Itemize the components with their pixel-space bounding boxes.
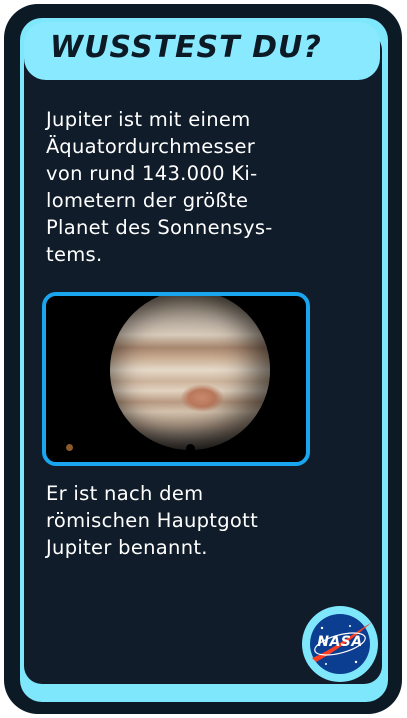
text-line: Er ist nach dem <box>46 482 204 505</box>
text-line: lometern der größte <box>46 189 249 212</box>
text-line: Äquatordurchmesser <box>46 135 256 158</box>
jupiter-photo <box>42 292 310 466</box>
text-line: tems. <box>46 243 103 266</box>
text-line: Planet des Sonnensys- <box>46 216 273 239</box>
fact-paragraph-diameter: Jupiter ist mit einem Äquatordurchmesser… <box>46 106 346 268</box>
text-line: römischen Hauptgott <box>46 509 259 532</box>
text-line: von rund 143.000 Ki- <box>46 162 258 185</box>
nasa-logo-icon: NASA <box>310 614 372 674</box>
fact-paragraph-name: Er ist nach dem römischen Hauptgott Jupi… <box>46 480 346 561</box>
moon-dot <box>66 444 73 451</box>
nasa-logo-text: NASA <box>317 634 363 650</box>
card-title: WUSSTEST DU? <box>50 30 322 65</box>
moon-shadow-dot <box>186 444 195 453</box>
text-line: Jupiter benannt. <box>46 536 208 559</box>
jupiter-planet-image <box>110 296 270 450</box>
text-line: Jupiter ist mit einem <box>46 108 251 131</box>
